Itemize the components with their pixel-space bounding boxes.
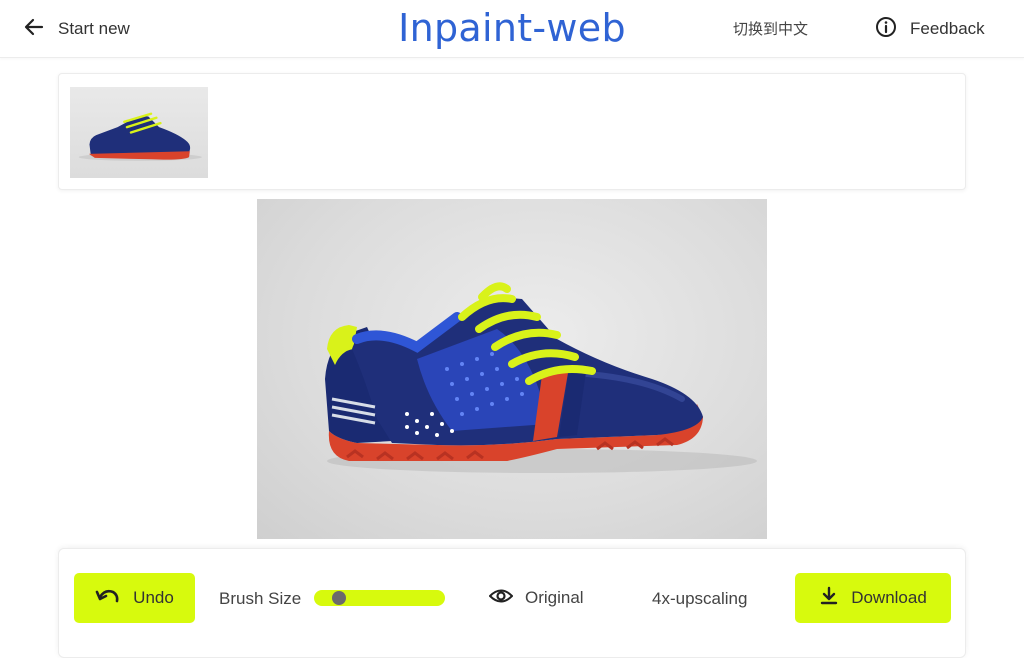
eye-icon bbox=[488, 587, 514, 610]
slider-handle[interactable] bbox=[331, 591, 346, 605]
brush-size-slider[interactable] bbox=[314, 590, 445, 606]
editor-toolbar: Undo Brush Size Original 4x-upscaling Do… bbox=[58, 548, 966, 658]
sneaker-thumbnail-image bbox=[78, 112, 202, 161]
thumbnail-strip bbox=[58, 73, 966, 190]
upscale-button[interactable]: 4x-upscaling bbox=[652, 589, 747, 609]
original-toggle[interactable]: Original bbox=[488, 585, 584, 611]
app-header: Start new Inpaint-web 切换到中文 Feedback bbox=[0, 0, 1024, 58]
download-label: Download bbox=[851, 588, 927, 607]
download-button[interactable]: Download bbox=[795, 573, 951, 623]
feedback-button[interactable]: Feedback bbox=[874, 14, 985, 44]
original-label: Original bbox=[525, 588, 584, 607]
undo-arrow-icon bbox=[95, 586, 121, 611]
feedback-label: Feedback bbox=[910, 19, 985, 38]
undo-label: Undo bbox=[133, 588, 174, 607]
undo-button[interactable]: Undo bbox=[74, 573, 195, 623]
download-icon bbox=[819, 586, 839, 611]
language-switch-link[interactable]: 切换到中文 bbox=[733, 18, 808, 39]
sneaker-main-image bbox=[325, 282, 757, 473]
image-thumbnail[interactable] bbox=[70, 87, 208, 178]
app-title: Inpaint-web bbox=[398, 6, 626, 50]
brush-size-label: Brush Size bbox=[219, 589, 302, 608]
info-circle-icon bbox=[874, 15, 898, 44]
main-image-canvas[interactable] bbox=[257, 199, 767, 539]
